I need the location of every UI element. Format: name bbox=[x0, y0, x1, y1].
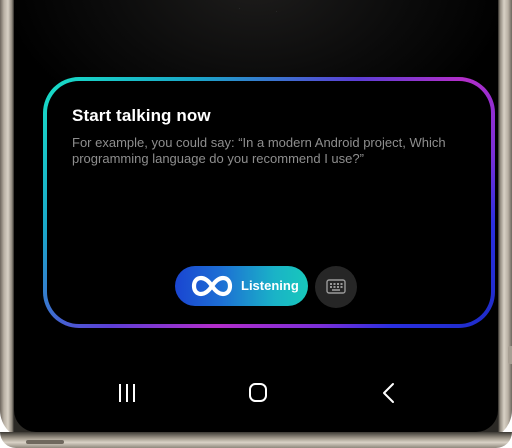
side-button bbox=[508, 346, 512, 364]
infinity-icon bbox=[191, 275, 233, 297]
back-icon[interactable] bbox=[378, 382, 400, 404]
listening-button[interactable]: Listening bbox=[175, 266, 308, 306]
example-prompt-text: For example, you could say: “In a modern… bbox=[72, 135, 446, 166]
voice-assistant-card: Start talking now For example, you could… bbox=[43, 77, 495, 328]
listening-label: Listening bbox=[241, 278, 299, 293]
phone-bottom-edge bbox=[0, 432, 512, 448]
usb-port bbox=[26, 440, 64, 444]
home-icon[interactable] bbox=[247, 382, 269, 404]
phone-mockup: Start talking now For example, you could… bbox=[0, 0, 512, 448]
screen-speck bbox=[276, 11, 277, 12]
screen-speck bbox=[239, 8, 240, 9]
keyboard-input-button[interactable] bbox=[315, 266, 357, 308]
card-title: Start talking now bbox=[72, 106, 211, 125]
keyboard-icon bbox=[326, 279, 346, 294]
phone-screen: Start talking now For example, you could… bbox=[14, 0, 498, 432]
recents-icon[interactable] bbox=[116, 382, 138, 404]
